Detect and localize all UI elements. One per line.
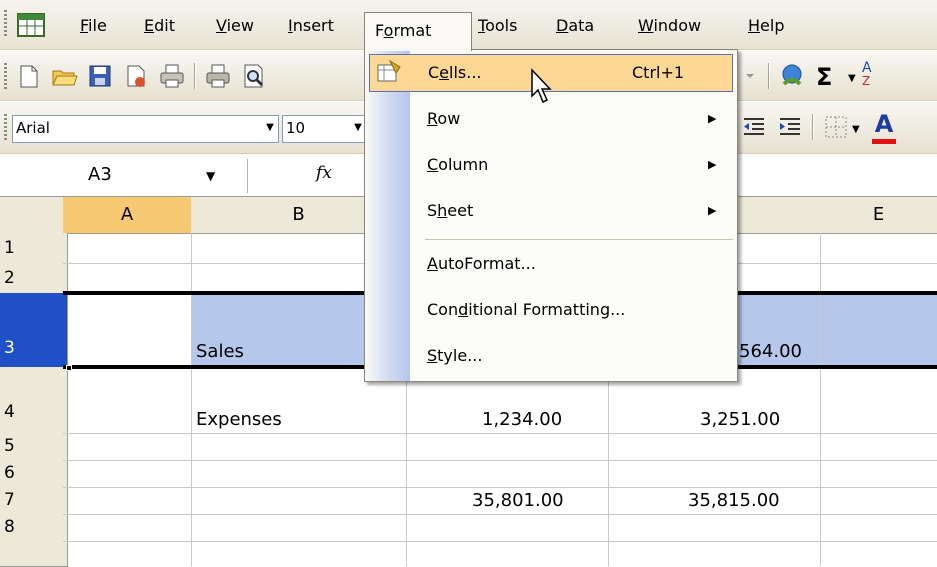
- menu-insert[interactable]: Insert: [284, 14, 338, 38]
- menu-view[interactable]: View: [212, 14, 258, 38]
- menu-separator: [425, 239, 733, 240]
- fill-handle[interactable]: [66, 365, 72, 371]
- row-header-2[interactable]: 2: [0, 263, 68, 294]
- autosum-dropdown-icon[interactable]: ▼: [848, 73, 856, 84]
- toolbar-grip[interactable]: [4, 63, 7, 89]
- toolbar-grip[interactable]: [4, 114, 7, 140]
- menu-item-style[interactable]: Style...: [369, 338, 733, 376]
- row-header-6[interactable]: 6: [0, 460, 68, 488]
- grid-line: [63, 514, 937, 515]
- row-header-7[interactable]: 7: [0, 487, 68, 515]
- toolbar-separator: [768, 63, 770, 89]
- row-header-1[interactable]: 1: [0, 233, 68, 264]
- grid-line: [63, 433, 937, 434]
- font-name-value: Arial: [16, 119, 50, 137]
- mouse-cursor-icon: [530, 68, 554, 106]
- grid-line: [191, 233, 192, 566]
- submenu-arrow-icon: ▶: [708, 112, 717, 125]
- name-box-value: A3: [88, 164, 112, 185]
- grid-line: [820, 233, 821, 566]
- submenu-arrow-icon: ▶: [708, 158, 717, 171]
- permission-icon[interactable]: [122, 62, 150, 90]
- increase-indent-icon[interactable]: [776, 113, 804, 141]
- grid-line: [63, 487, 937, 488]
- menu-window[interactable]: Window: [634, 14, 705, 38]
- shortcut-label: Ctrl+1: [632, 63, 685, 82]
- borders-icon[interactable]: [822, 113, 850, 141]
- save-icon[interactable]: [86, 62, 114, 90]
- cell-b4[interactable]: Expenses: [196, 409, 282, 430]
- toolbar-separator: [812, 114, 814, 140]
- sort-ascending-icon[interactable]: AZ: [862, 61, 888, 91]
- menu-item-row[interactable]: Row ▶: [369, 101, 733, 139]
- open-folder-icon[interactable]: [50, 62, 78, 90]
- column-header-e[interactable]: E: [820, 197, 937, 234]
- menu-bar: File Edit View Insert Format Tools Data …: [0, 0, 937, 51]
- fx-icon[interactable]: fx: [316, 163, 332, 183]
- grid-line: [63, 460, 937, 461]
- autosum-icon[interactable]: Σ: [816, 63, 846, 91]
- quick-print-icon[interactable]: [204, 62, 232, 90]
- submenu-arrow-icon: ▶: [708, 204, 717, 217]
- select-all-corner[interactable]: [0, 197, 64, 234]
- borders-dropdown-icon[interactable]: ▼: [852, 124, 860, 135]
- menu-edit[interactable]: Edit: [140, 14, 179, 38]
- row-header-5[interactable]: 5: [0, 433, 68, 461]
- excel-app-icon[interactable]: [14, 8, 48, 42]
- hyperlink-icon[interactable]: [778, 62, 806, 90]
- redo-dropdown-icon[interactable]: [740, 62, 760, 90]
- row-header-8[interactable]: 8: [0, 514, 68, 567]
- chevron-down-icon[interactable]: ▼: [206, 169, 215, 183]
- font-size-combo[interactable]: 10 ▼: [282, 115, 367, 143]
- menu-file[interactable]: File: [76, 14, 111, 38]
- row-header-4[interactable]: 4: [0, 367, 68, 434]
- cell-d3[interactable]: 564.00: [739, 341, 802, 362]
- column-header-a[interactable]: A: [63, 197, 192, 234]
- new-document-icon[interactable]: [14, 62, 42, 90]
- menu-item-autoformat[interactable]: AutoFormat...: [369, 246, 733, 284]
- row-header-3[interactable]: 3: [0, 293, 68, 368]
- print-icon[interactable]: [158, 62, 186, 90]
- print-preview-icon[interactable]: [240, 62, 268, 90]
- font-name-combo[interactable]: Arial ▼: [12, 115, 279, 143]
- menu-data[interactable]: Data: [552, 14, 598, 38]
- menu-tools[interactable]: Tools: [474, 14, 521, 38]
- decrease-indent-icon[interactable]: [740, 113, 768, 141]
- format-cells-icon: [376, 59, 402, 85]
- cell-b3[interactable]: Sales: [196, 341, 244, 362]
- menu-item-sheet[interactable]: Sheet ▶: [369, 193, 733, 231]
- menu-format[interactable]: Format: [364, 12, 472, 51]
- menu-item-column[interactable]: Column ▶: [369, 147, 733, 185]
- cell-c4[interactable]: 1,234.00: [482, 409, 562, 430]
- toolbar-separator: [194, 63, 196, 89]
- grid-line: [63, 541, 937, 542]
- menu-help[interactable]: Help: [744, 14, 788, 38]
- cell-c7[interactable]: 35,801.00: [472, 490, 564, 511]
- menu-item-conditional-formatting[interactable]: Conditional Formatting...: [369, 292, 733, 330]
- font-color-icon[interactable]: A: [870, 110, 898, 148]
- font-size-value: 10: [286, 119, 306, 137]
- cell-d4[interactable]: 3,251.00: [700, 409, 780, 430]
- toolbar-grip[interactable]: [4, 10, 7, 38]
- chevron-down-icon[interactable]: ▼: [262, 116, 278, 140]
- name-box[interactable]: A3 ▼: [0, 159, 248, 193]
- cell-d7[interactable]: 35,815.00: [688, 490, 780, 511]
